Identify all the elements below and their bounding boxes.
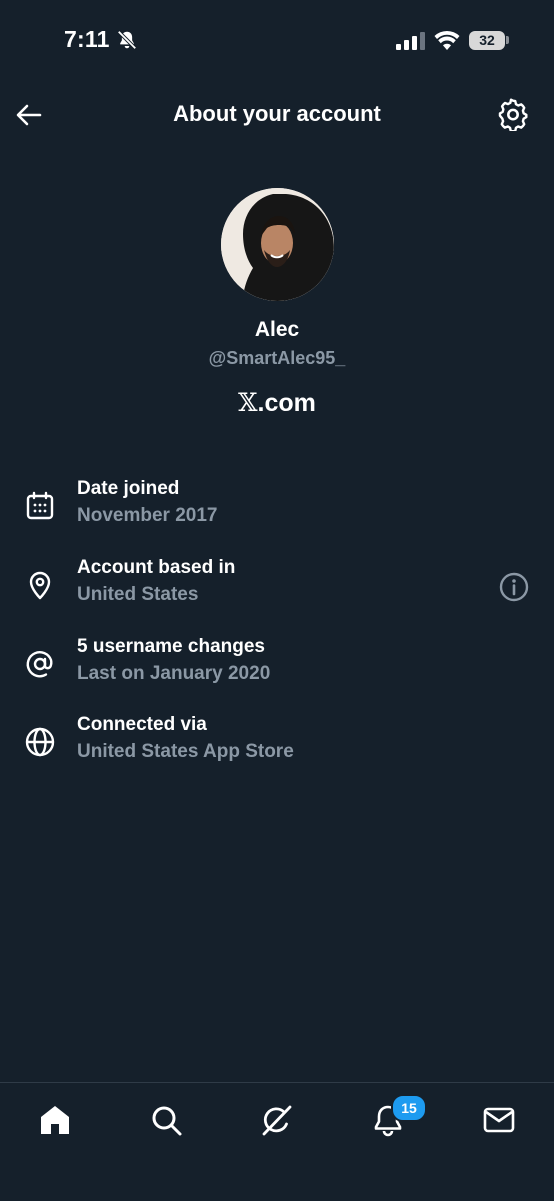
page-title: About your account [173, 101, 381, 126]
bottom-nav [0, 1082, 554, 1201]
globe-icon [25, 727, 55, 757]
detail-row-username-changes: 5 username changes Last on January 2020 [0, 636, 554, 696]
gear-icon[interactable] [496, 97, 530, 131]
calendar-icon [26, 491, 54, 520]
detail-row-date-joined: Date joined November 2017 [0, 478, 554, 538]
detail-value: Last on January 2020 [77, 663, 271, 684]
detail-row-connected-via: Connected via United States App Store [0, 714, 554, 774]
detail-value: United States [77, 584, 199, 605]
notifications-badge: 15 [391, 1094, 427, 1122]
profile-name: Alec [254, 318, 300, 341]
detail-value: November 2017 [77, 505, 218, 526]
detail-row-account-based-in: Account based in United States [0, 557, 554, 617]
search-icon[interactable] [149, 1103, 183, 1137]
signal-icon [396, 32, 425, 50]
profile-site[interactable]: 𝕏.com [0, 388, 554, 418]
home-icon[interactable] [38, 1103, 72, 1137]
site-suffix: .com [257, 389, 316, 417]
grok-icon[interactable] [260, 1103, 294, 1137]
battery-cap [506, 36, 509, 44]
detail-label: 5 username changes [77, 636, 265, 657]
x-logo-mark: 𝕏 [238, 388, 258, 417]
detail-label: Account based in [77, 557, 236, 578]
detail-label: Connected via [77, 714, 207, 735]
location-pin-icon [29, 571, 51, 600]
info-icon[interactable] [498, 571, 530, 603]
profile-handle: @SmartAlec95_ [208, 348, 346, 368]
detail-label: Date joined [77, 478, 180, 499]
status-time: 7:11 [64, 26, 110, 52]
wifi-icon [434, 30, 460, 50]
detail-value: United States App Store [77, 741, 294, 762]
avatar [221, 188, 334, 301]
battery-icon: 32 [469, 31, 505, 50]
messages-icon[interactable] [482, 1103, 516, 1137]
at-sign-icon [26, 651, 53, 678]
bell-slash-icon [117, 30, 137, 50]
